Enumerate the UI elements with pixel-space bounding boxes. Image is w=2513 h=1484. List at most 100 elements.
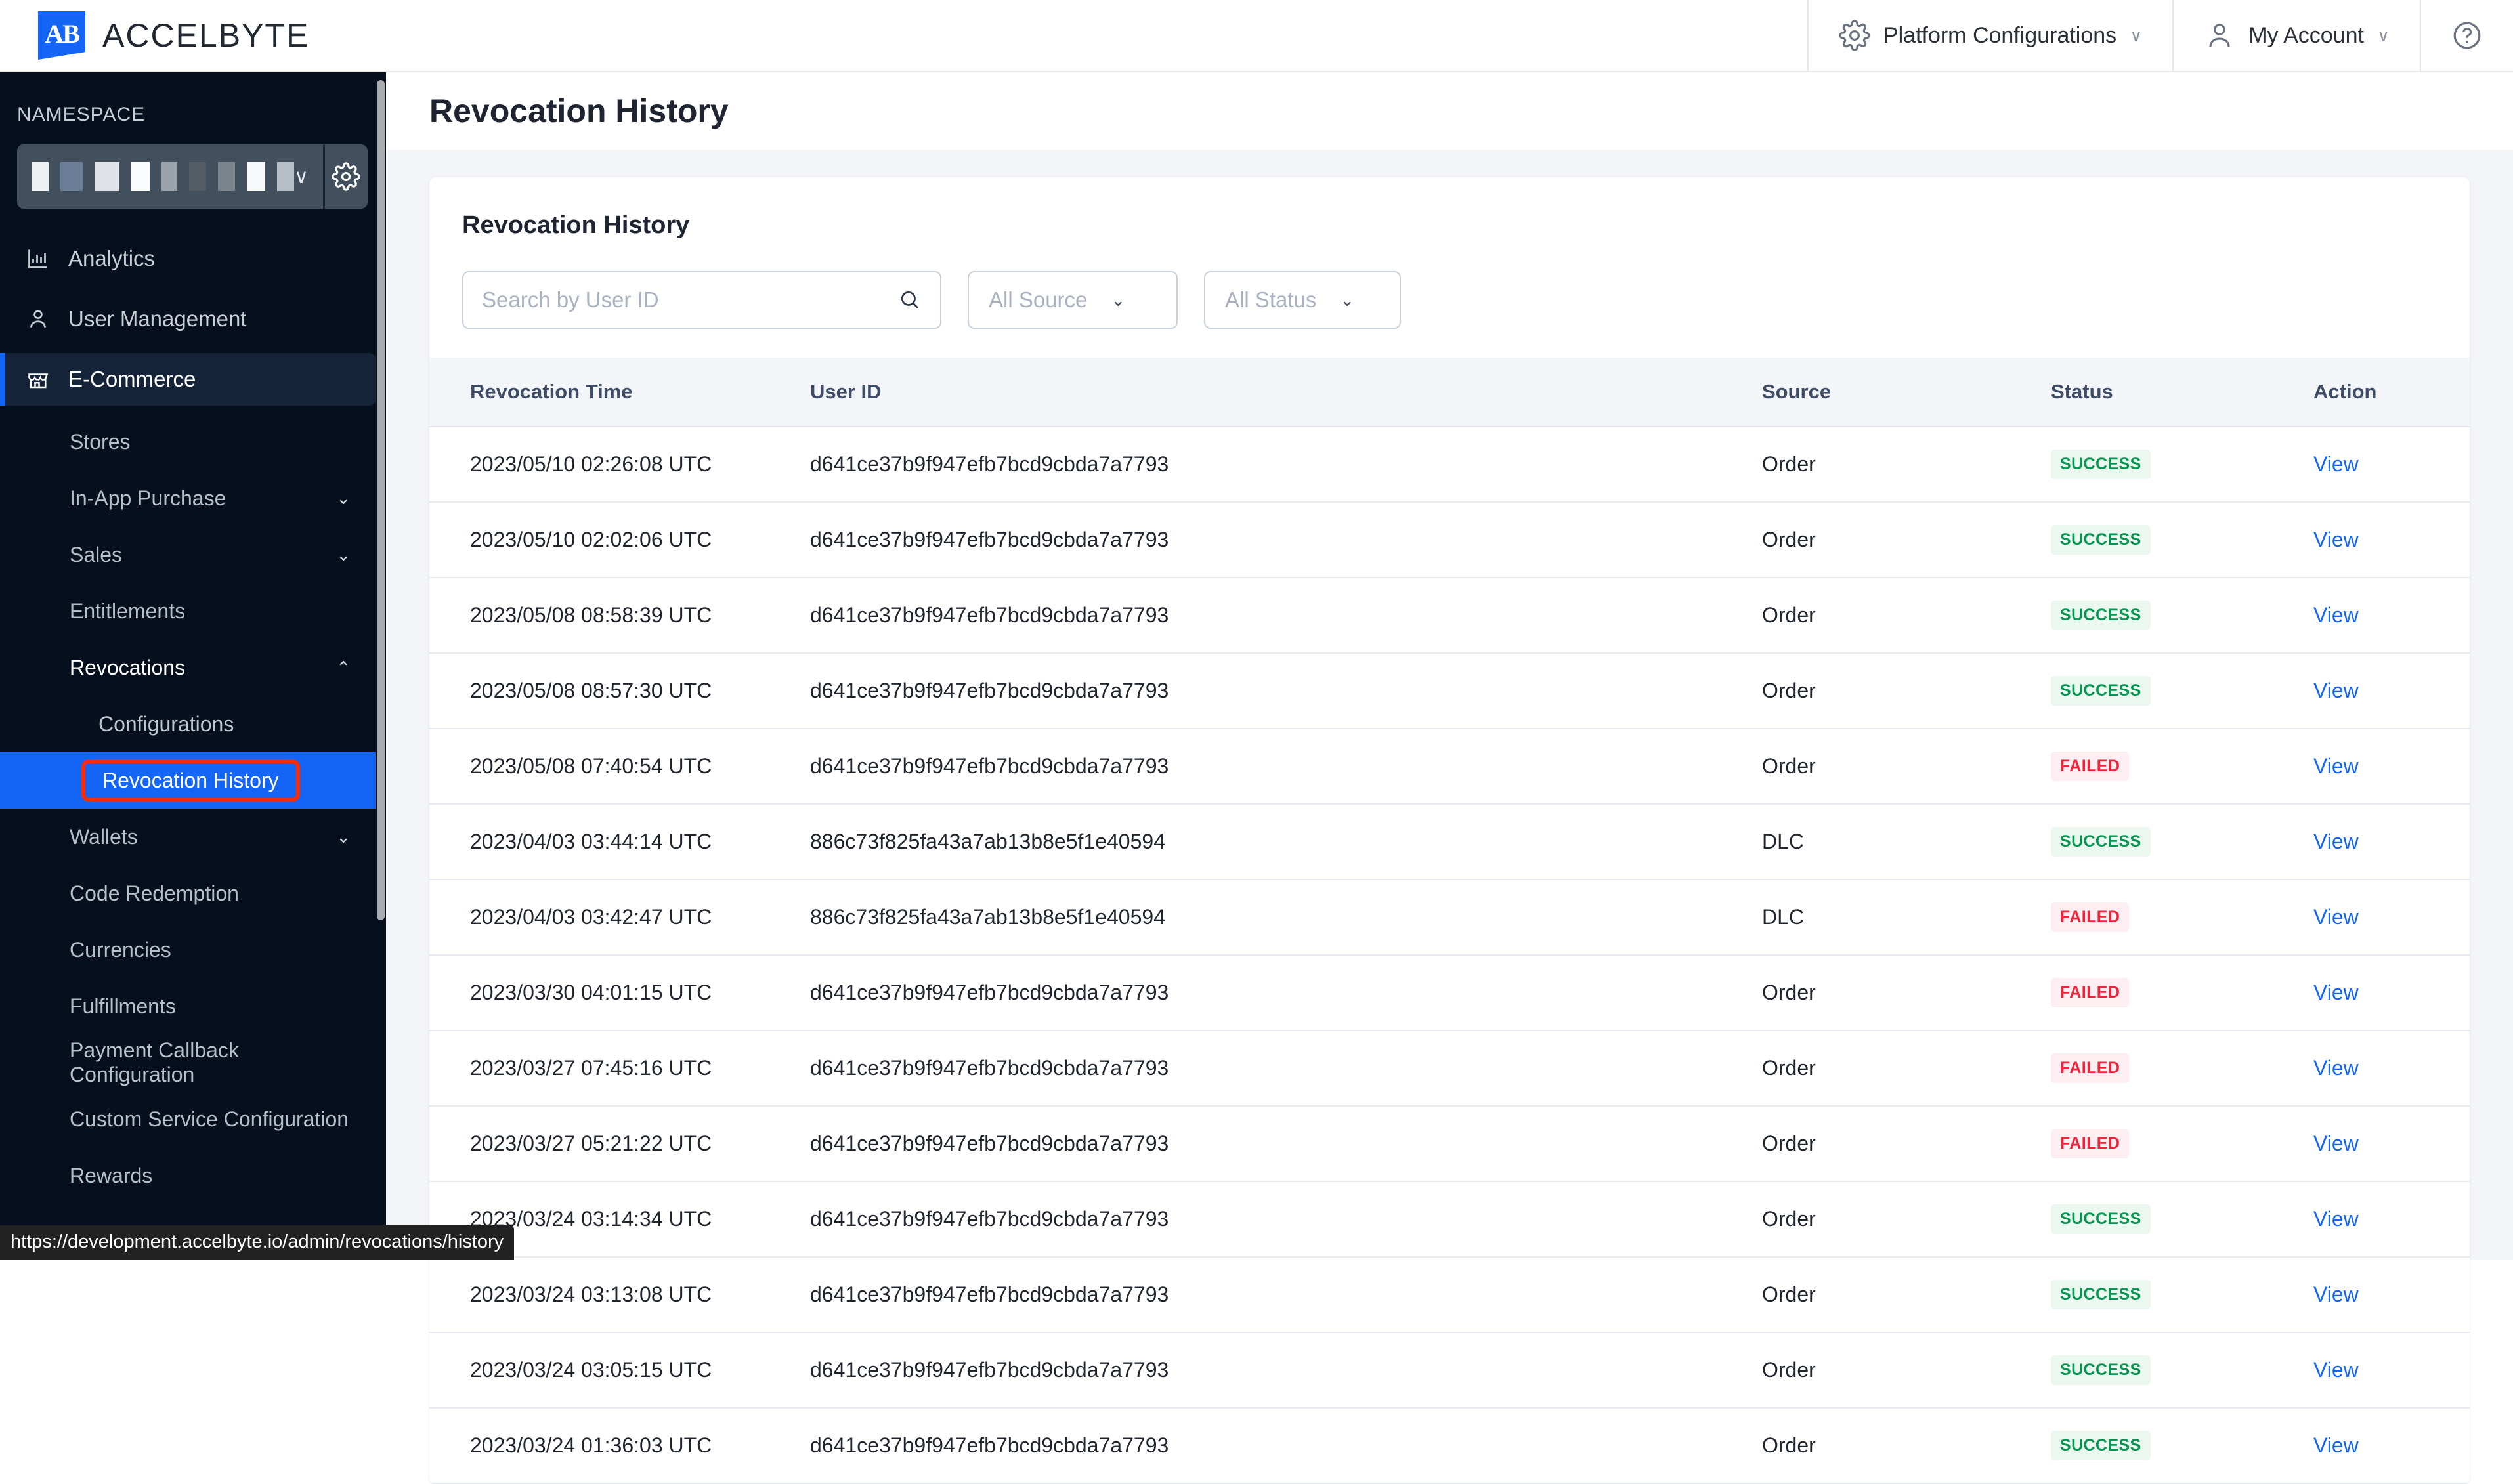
sidebar-item-revocations[interactable]: Revocations ⌃ — [0, 639, 386, 696]
view-link[interactable]: View — [2313, 528, 2359, 551]
sidebar-item-payment-callback-configuration[interactable]: Payment Callback Configuration — [0, 1034, 386, 1091]
view-link[interactable]: View — [2313, 1358, 2359, 1382]
cell-action: View — [2313, 729, 2470, 804]
status-badge: SUCCESS — [2051, 1280, 2151, 1309]
sidebar-item-label: Rewards — [70, 1164, 152, 1188]
view-link[interactable]: View — [2313, 1056, 2359, 1080]
sidebar-item-stores[interactable]: Stores — [0, 413, 386, 470]
status-badge: SUCCESS — [2051, 450, 2151, 479]
cell-revocation-time: 2023/03/27 07:45:16 UTC — [429, 1030, 810, 1106]
status-badge: FAILED — [2051, 1129, 2129, 1158]
view-link[interactable]: View — [2313, 754, 2359, 778]
view-link[interactable]: View — [2313, 830, 2359, 853]
sidebar-item-label: Payment Callback Configuration — [70, 1038, 351, 1087]
namespace-settings-button[interactable] — [323, 144, 368, 209]
search-input[interactable] — [482, 287, 898, 312]
status-badge: FAILED — [2051, 752, 2129, 781]
cell-action: View — [2313, 955, 2470, 1030]
sidebar-item-custom-service-configuration[interactable]: Custom Service Configuration — [0, 1091, 386, 1147]
cell-source: Order — [1762, 729, 2051, 804]
table-head: Revocation Time User ID Source Status Ac… — [429, 358, 2470, 427]
sidebar-item-revocation-history[interactable]: Revocation History — [0, 752, 386, 809]
cell-source: DLC — [1762, 804, 2051, 880]
page-header: Revocation History — [386, 72, 2513, 150]
view-link[interactable]: View — [2313, 679, 2359, 702]
view-link[interactable]: View — [2313, 452, 2359, 476]
status-badge: SUCCESS — [2051, 1355, 2151, 1385]
chevron-down-icon: ⌄ — [336, 827, 351, 847]
user-icon — [2204, 20, 2235, 51]
table-row: 2023/05/10 02:26:08 UTCd641ce37b9f947efb… — [429, 427, 2470, 502]
logo-monogram: AB — [38, 9, 85, 58]
search-icon[interactable] — [898, 288, 922, 312]
my-account-label: My Account — [2248, 23, 2364, 49]
cell-action: View — [2313, 502, 2470, 578]
cell-action: View — [2313, 578, 2470, 653]
source-filter-select[interactable]: All Source ⌄ — [968, 271, 1178, 329]
namespace-row: ∨ — [17, 144, 368, 209]
column-header-user-id: User ID — [810, 358, 1762, 427]
cell-user-id: d641ce37b9f947efb7bcd9cbda7a7793 — [810, 955, 1762, 1030]
cell-status: FAILED — [2051, 729, 2313, 804]
sidebar-item-fulfillments[interactable]: Fulfillments — [0, 978, 386, 1034]
chevron-down-icon: ∨ — [294, 165, 309, 188]
view-link[interactable]: View — [2313, 1207, 2359, 1231]
view-link[interactable]: View — [2313, 1433, 2359, 1457]
sidebar-item-analytics[interactable]: Analytics — [0, 232, 377, 285]
cell-status: SUCCESS — [2051, 1408, 2313, 1483]
cell-user-id: d641ce37b9f947efb7bcd9cbda7a7793 — [810, 729, 1762, 804]
status-filter-select[interactable]: All Status ⌄ — [1204, 271, 1401, 329]
sidebar-item-label: Code Redemption — [70, 881, 239, 906]
search-field[interactable] — [462, 271, 941, 329]
view-link[interactable]: View — [2313, 603, 2359, 627]
cell-status: SUCCESS — [2051, 502, 2313, 578]
cell-status: SUCCESS — [2051, 653, 2313, 729]
my-account-menu[interactable]: My Account ∨ — [2172, 0, 2420, 72]
table-row: 2023/03/27 07:45:16 UTCd641ce37b9f947efb… — [429, 1030, 2470, 1106]
cell-revocation-time: 2023/05/10 02:26:08 UTC — [429, 427, 810, 502]
cell-source: Order — [1762, 1332, 2051, 1408]
sidebar-item-currencies[interactable]: Currencies — [0, 922, 386, 978]
sidebar-item-code-redemption[interactable]: Code Redemption — [0, 865, 386, 922]
status-badge: SUCCESS — [2051, 1204, 2151, 1234]
sidebar-item-entitlements[interactable]: Entitlements — [0, 583, 386, 639]
sidebar-item-sales[interactable]: Sales ⌄ — [0, 526, 386, 583]
sidebar-item-user-management[interactable]: User Management — [0, 293, 377, 345]
view-link[interactable]: View — [2313, 1132, 2359, 1155]
cell-source: DLC — [1762, 880, 2051, 955]
cell-source: Order — [1762, 1106, 2051, 1181]
cell-action: View — [2313, 1106, 2470, 1181]
sidebar-item-e-commerce[interactable]: E-Commerce — [0, 353, 377, 406]
sidebar-item-label: Configurations — [98, 712, 234, 736]
sidebar-item-label: E-Commerce — [68, 367, 196, 392]
brand-logo[interactable]: AB ACCELBYTE — [38, 11, 309, 60]
help-button[interactable] — [2420, 0, 2513, 72]
cell-action: View — [2313, 653, 2470, 729]
platform-configurations-menu[interactable]: Platform Configurations ∨ — [1807, 0, 2172, 72]
cell-status: SUCCESS — [2051, 578, 2313, 653]
view-link[interactable]: View — [2313, 1283, 2359, 1306]
cell-status: FAILED — [2051, 1106, 2313, 1181]
status-bar-url: https://development.accelbyte.io/admin/r… — [0, 1225, 514, 1260]
sidebar-scrollbar-thumb[interactable] — [377, 80, 385, 920]
cell-revocation-time: 2023/04/03 03:44:14 UTC — [429, 804, 810, 880]
cell-source: Order — [1762, 1030, 2051, 1106]
user-icon — [26, 307, 50, 331]
sidebar-scrollbar[interactable] — [376, 72, 386, 1260]
gear-icon — [332, 162, 360, 191]
status-badge: FAILED — [2051, 1053, 2129, 1083]
status-badge: SUCCESS — [2051, 827, 2151, 857]
cell-user-id: d641ce37b9f947efb7bcd9cbda7a7793 — [810, 653, 1762, 729]
filter-bar: All Source ⌄ All Status ⌄ — [429, 240, 2470, 358]
sidebar-item-configurations[interactable]: Configurations — [0, 696, 386, 752]
sidebar-item-label: Revocations — [70, 656, 185, 680]
sidebar-item-in-app-purchase[interactable]: In-App Purchase ⌄ — [0, 470, 386, 526]
sidebar-item-rewards[interactable]: Rewards — [0, 1147, 386, 1204]
cell-user-id: d641ce37b9f947efb7bcd9cbda7a7793 — [810, 1257, 1762, 1332]
view-link[interactable]: View — [2313, 981, 2359, 1004]
view-link[interactable]: View — [2313, 905, 2359, 929]
help-circle-icon — [2451, 20, 2483, 51]
sidebar-item-wallets[interactable]: Wallets ⌄ — [0, 809, 386, 865]
namespace-select[interactable]: ∨ — [17, 144, 323, 209]
top-bar: AB ACCELBYTE Platform Configurations ∨ M… — [0, 0, 2513, 72]
